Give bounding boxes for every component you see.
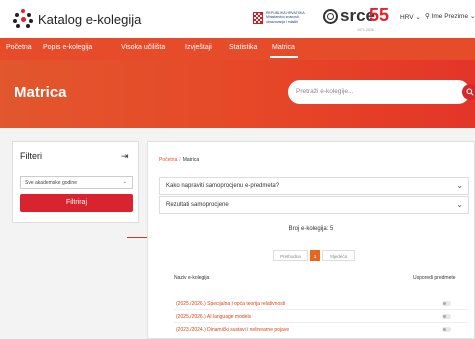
filter-button[interactable]: Filtriraj bbox=[20, 194, 133, 212]
accordion-self-assessment-results[interactable]: Rezultati samoprocjene ⌄ bbox=[159, 196, 469, 214]
column-header-name: Naziv e-kolegija bbox=[174, 275, 210, 281]
academic-year-value: Sve akademske godine bbox=[25, 180, 77, 186]
user-name: Ime Prezime bbox=[431, 13, 469, 20]
column-header-compare: Usporedi predmete bbox=[413, 275, 456, 281]
pagination-page-button[interactable]: 1 bbox=[310, 250, 320, 261]
main-nav: Početna Popis e-kolegija Visoka učilišta… bbox=[0, 38, 475, 60]
search-button[interactable] bbox=[462, 84, 475, 100]
page-title: Matrica bbox=[14, 84, 67, 101]
accordion-self-assessment-howto[interactable]: Kako napraviti samoprocjenu e-predmeta? … bbox=[159, 177, 469, 195]
chevron-down-icon: ⌄ bbox=[122, 179, 127, 185]
accordion-label: Kako napraviti samoprocjenu e-predmeta? bbox=[166, 183, 280, 189]
chevron-down-icon: ⌄ bbox=[469, 13, 475, 20]
nav-item-popis[interactable]: Popis e-kolegija bbox=[43, 44, 92, 51]
ministry-logo-text: REPUBLIKA HRVATSKA Ministarstvo znanosti… bbox=[266, 11, 318, 24]
compare-toggle[interactable] bbox=[442, 314, 451, 319]
app-title[interactable]: Katalog e-kolegija bbox=[38, 12, 141, 27]
nav-item-matrica[interactable]: Matrica bbox=[272, 44, 295, 51]
nav-item-visoka-ucilista[interactable]: Visoka učilišta bbox=[121, 44, 165, 51]
row-divider bbox=[174, 309, 468, 310]
content-panel: Početna / Matrica Kako napraviti samoprocj… bbox=[147, 141, 475, 339]
breadcrumb-current: Matrica bbox=[182, 157, 200, 163]
language-selector[interactable]: HRV ⌄ bbox=[400, 13, 421, 21]
search-input[interactable]: Pretraži e-kolegije... bbox=[296, 88, 353, 95]
compare-toggle[interactable] bbox=[442, 301, 451, 306]
breadcrumb-separator: / bbox=[179, 157, 181, 163]
table-row: (2023./2024.) Dinamički sustavi i neline… bbox=[176, 324, 466, 336]
course-link[interactable]: (2025./2026.) AI language models bbox=[176, 314, 251, 320]
breadcrumb: Početna / Matrica bbox=[159, 157, 199, 163]
filters-title: Filteri bbox=[20, 151, 42, 161]
results-count: Broj e-kolegija: 5 bbox=[288, 226, 334, 232]
table-row: (2025./2026.) Specijalna i opća teorija … bbox=[174, 298, 468, 310]
nav-active-indicator bbox=[270, 56, 298, 58]
nav-item-statistika[interactable]: Statistika bbox=[229, 44, 257, 51]
compare-toggle[interactable] bbox=[442, 327, 451, 332]
srce-logo-icon bbox=[323, 9, 338, 24]
chevron-down-icon: ⌄ bbox=[456, 200, 463, 209]
ministry-line: obrazovanja i mladih bbox=[266, 19, 299, 24]
course-link[interactable]: (2025./2026.) Specijalna i opća teorija … bbox=[176, 301, 285, 307]
search-box[interactable]: Pretraži e-kolegije... bbox=[288, 80, 475, 104]
user-menu[interactable]: ⚲ Ime Prezime ⌄ bbox=[425, 12, 475, 20]
chevron-down-icon: ⌄ bbox=[456, 181, 463, 190]
pagination-next-button[interactable]: Sljedeća bbox=[322, 250, 355, 261]
user-icon: ⚲ bbox=[425, 13, 430, 20]
accordion-label: Rezultati samoprocjene bbox=[166, 202, 229, 208]
table-row: (2025./2026.) AI language models bbox=[174, 311, 468, 323]
collapse-filters-icon[interactable]: ⇥ bbox=[121, 151, 131, 161]
top-header: Katalog e-kolegija REPUBLIKA HRVATSKA Mi… bbox=[0, 0, 475, 38]
search-icon bbox=[466, 88, 474, 96]
katalog-logo-icon[interactable] bbox=[13, 9, 33, 29]
nav-item-izvjestaji[interactable]: Izvještaji bbox=[185, 44, 212, 51]
filters-panel: Filteri ⇥ Sve akademske godine ⌄ Filtrir… bbox=[12, 141, 139, 223]
language-label: HRV bbox=[400, 14, 414, 21]
chevron-down-icon: ⌄ bbox=[415, 14, 421, 21]
course-link[interactable]: (2023./2024.) Dinamički sustavi i neline… bbox=[176, 327, 289, 333]
row-divider bbox=[174, 322, 468, 323]
hero-banner: Matrica Pretraži e-kolegije... bbox=[0, 60, 475, 128]
srce-logo-subtitle: 1971-2026 bbox=[357, 28, 374, 32]
breadcrumb-home-link[interactable]: Početna bbox=[159, 157, 177, 163]
pagination-prev-button[interactable]: Prethodna bbox=[273, 250, 308, 261]
academic-year-select[interactable]: Sve akademske godine ⌄ bbox=[20, 176, 133, 189]
croatia-coat-of-arms-icon bbox=[253, 12, 263, 24]
srce-logo-number: 55 bbox=[369, 5, 390, 25]
nav-item-pocetna[interactable]: Početna bbox=[6, 44, 32, 51]
